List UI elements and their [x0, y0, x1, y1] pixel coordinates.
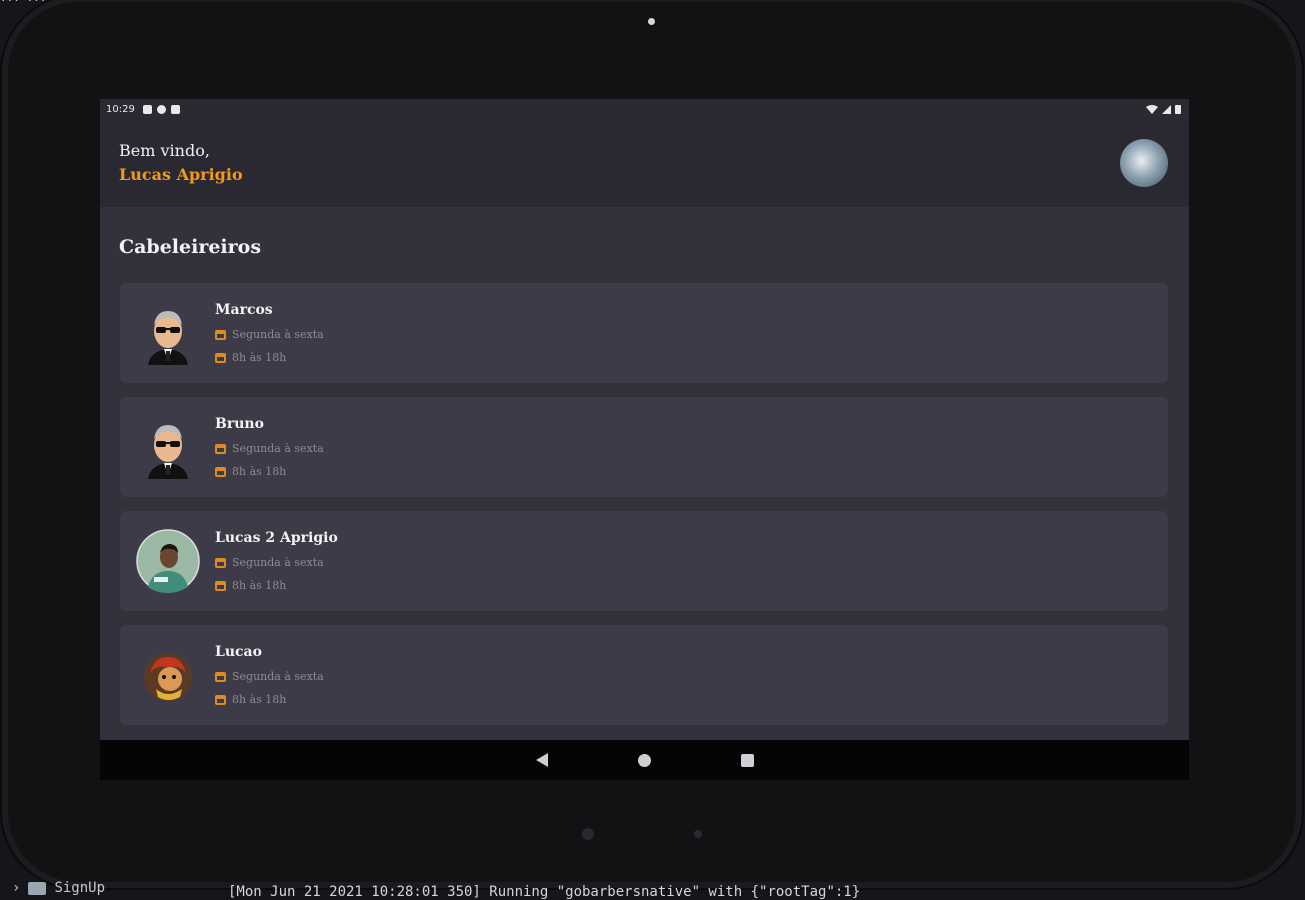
section-title: Cabeleireiros [119, 236, 262, 258]
barber-name: Lucas 2 Aprigio [215, 530, 338, 546]
barber-days: Segunda à sexta [215, 328, 324, 341]
calendar-icon [215, 329, 226, 340]
barber-card[interactable]: Marcos Segunda à sexta 8h às 18h [120, 283, 1168, 383]
clock-icon [215, 466, 226, 477]
calendar-icon [215, 557, 226, 568]
sensor-left [582, 828, 594, 840]
status-notification-icons [142, 104, 180, 114]
game-character-avatar-icon [144, 653, 192, 701]
sensor-right [694, 830, 702, 838]
chevron-right-icon: › [12, 880, 21, 896]
user-name: Lucas Aprigio [119, 165, 243, 184]
barber-days-text: Segunda à sexta [232, 556, 324, 569]
home-icon[interactable] [637, 753, 651, 767]
status-time: 10:29 [106, 103, 135, 115]
barber-card[interactable]: Bruno Segunda à sexta 8h às 18h [120, 397, 1168, 497]
barber-hours: 8h às 18h [215, 693, 286, 706]
clock-icon [215, 694, 226, 705]
barber-hours: 8h às 18h [215, 465, 286, 478]
status-bar: 10:29 [100, 99, 1189, 119]
terminal-log-line: [Mon Jun 21 2021 10:28:01 350] Running "… [228, 884, 861, 900]
barber-hours-text: 8h às 18h [232, 465, 287, 478]
greeting-text: Bem vindo, [119, 141, 210, 160]
notification-icon [142, 104, 152, 114]
sd-card-icon [170, 104, 180, 114]
barber-days-text: Segunda à sexta [232, 670, 324, 683]
barber-hours-text: 8h às 18h [232, 693, 287, 706]
tablet-device-frame: 10:29 Bem vindo, Lucas Aprigio Cabeleire… [8, 2, 1296, 882]
photo-avatar-icon [136, 529, 200, 593]
folder-label: SignUp [54, 880, 106, 896]
barber-days-text: Segunda à sexta [232, 328, 324, 341]
clock-icon [215, 580, 226, 591]
barber-hours: 8h às 18h [215, 579, 286, 592]
barber-days: Segunda à sexta [215, 442, 324, 455]
folder-icon [28, 881, 47, 895]
barber-list: Marcos Segunda à sexta 8h às 18h Bruno S… [120, 283, 1168, 739]
calendar-icon [215, 443, 226, 454]
barber-days: Segunda à sexta [215, 556, 324, 569]
signup-folder[interactable]: › SignUp [12, 880, 105, 896]
signal-icon [1162, 104, 1171, 114]
barber-name: Bruno [215, 416, 264, 432]
sync-icon [156, 104, 166, 114]
barber-days-text: Segunda à sexta [232, 442, 324, 455]
barber-hours: 8h às 18h [215, 351, 286, 364]
cartoon-barber-avatar-icon [148, 425, 188, 479]
desktop-bottom-bar: › SignUp [Mon Jun 21 2021 10:28:01 350] … [0, 878, 1305, 900]
desktop-background: ··· ····· 10:29 Bem vindo, Lucas Aprigio… [0, 0, 1305, 900]
calendar-icon [215, 671, 226, 682]
profile-avatar[interactable] [1120, 139, 1168, 187]
wifi-icon [1146, 104, 1158, 114]
battery-icon [1175, 105, 1181, 114]
barber-name: Marcos [215, 302, 273, 318]
app-screen: 10:29 Bem vindo, Lucas Aprigio Cabeleire… [100, 99, 1189, 780]
barber-name: Lucao [215, 644, 262, 660]
clock-icon [215, 352, 226, 363]
back-icon[interactable] [535, 753, 548, 767]
android-nav-bar [100, 740, 1189, 780]
status-system-icons [1146, 104, 1181, 114]
app-header: Bem vindo, Lucas Aprigio [100, 119, 1189, 207]
barber-hours-text: 8h às 18h [232, 351, 287, 364]
barber-card[interactable]: Lucas 2 Aprigio Segunda à sexta 8h às 18… [120, 511, 1168, 611]
front-camera [648, 18, 655, 25]
barber-hours-text: 8h às 18h [232, 579, 287, 592]
desktop-top-text: ··· ····· [0, 0, 60, 7]
cartoon-barber-avatar-icon [148, 311, 188, 365]
barber-days: Segunda à sexta [215, 670, 324, 683]
recent-apps-icon[interactable] [740, 753, 754, 767]
barber-card[interactable]: Lucao Segunda à sexta 8h às 18h [120, 625, 1168, 725]
